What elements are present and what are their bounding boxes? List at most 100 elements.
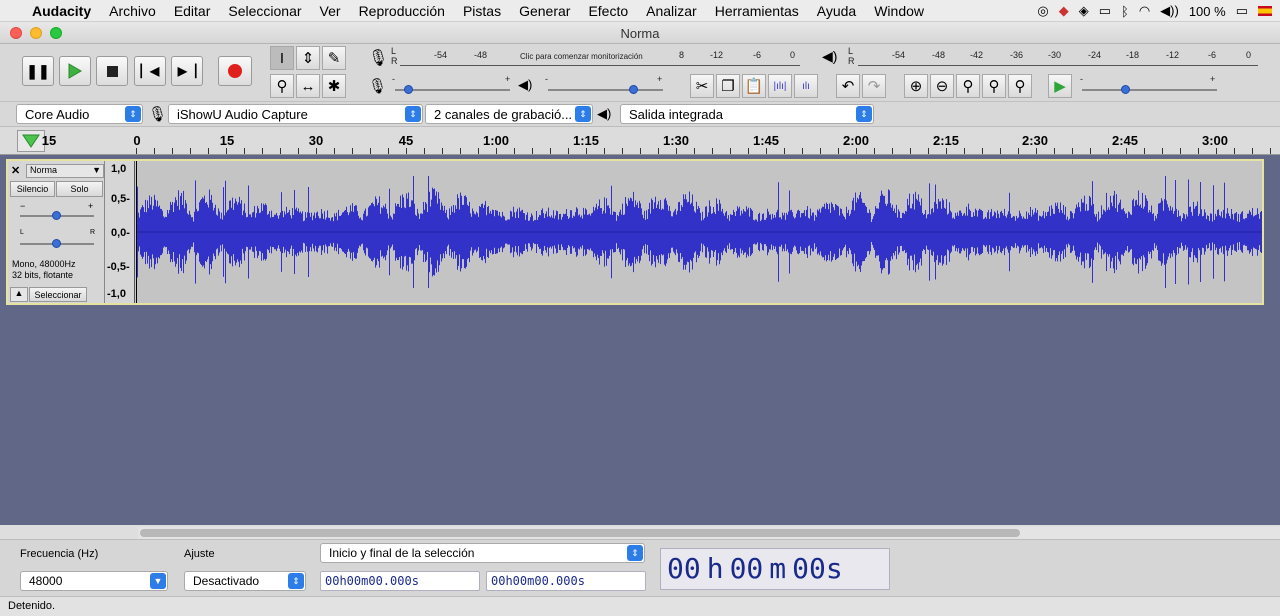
fit-selection-icon[interactable]: ⚲ [956, 74, 980, 98]
ruler-label: 2:00 [842, 133, 870, 148]
trim-audio-icon[interactable]: |ılı| [768, 74, 792, 98]
playback-device-select[interactable]: Salida integrada ⇕ [620, 104, 874, 124]
recording-device-select[interactable]: iShowU Audio Capture ⇕ [168, 104, 423, 124]
shield-icon[interactable]: ◆ [1059, 3, 1069, 19]
solo-button[interactable]: Solo [56, 181, 103, 197]
track-area[interactable]: ✕ Norma ▼ Silencio Solo − + L R Mono, 48… [0, 155, 1280, 525]
timeline-ruler[interactable]: 15 0 15 30 45 1:00 1:15 1:30 1:45 2:00 2… [0, 127, 1280, 155]
multi-tool-icon[interactable]: ✱ [322, 74, 346, 98]
fit-project-icon[interactable]: ⚲ [982, 74, 1006, 98]
draw-tool-icon[interactable]: ✎ [322, 46, 346, 70]
bluetooth-icon[interactable]: ᛒ [1121, 4, 1129, 19]
selection-end-time[interactable]: 00h00m00.000s [486, 571, 646, 591]
play-button[interactable] [59, 56, 91, 86]
vpn-shield-icon[interactable]: ◈ [1079, 3, 1089, 19]
playback-meter-speaker-icon[interactable]: ◀) [822, 48, 837, 65]
timeshift-tool-icon[interactable]: ↔ [296, 74, 320, 98]
redo-icon[interactable]: ↷ [862, 74, 886, 98]
playback-volume-slider[interactable] [548, 89, 663, 91]
wifi-icon[interactable]: ◠ [1139, 3, 1150, 19]
menu-ver[interactable]: Ver [311, 3, 350, 19]
menu-pistas[interactable]: Pistas [454, 3, 510, 19]
battery-percent: 100 % [1188, 3, 1226, 19]
record-meter-mic-icon[interactable]: 🎙 [368, 48, 388, 68]
silence-audio-icon[interactable]: ılı [794, 74, 818, 98]
copy-icon[interactable]: ❐ [716, 74, 740, 98]
snap-value: Desactivado [193, 574, 260, 588]
zoom-tool-icon[interactable]: ⚲ [270, 74, 294, 98]
recording-device-mic-icon: 🎙 [148, 106, 168, 123]
spanish-flag-icon[interactable] [1258, 6, 1272, 16]
status-text: Detenido. [8, 600, 56, 612]
track-name-menu[interactable]: Norma ▼ [26, 164, 104, 178]
menu-efecto[interactable]: Efecto [579, 3, 637, 19]
audio-track[interactable]: ✕ Norma ▼ Silencio Solo − + L R Mono, 48… [6, 159, 1264, 305]
playback-volume-knob[interactable] [629, 85, 638, 94]
mute-button[interactable]: Silencio [10, 181, 55, 197]
record-meter-prompt[interactable]: Clic para comenzar monitorización [520, 52, 643, 61]
selection-mode-select[interactable]: Inicio y final de la selección ⇕ [320, 543, 645, 563]
app-menu[interactable]: Audacity [23, 3, 100, 19]
recording-channels-select[interactable]: 2 canales de grabació... ⇕ [425, 104, 593, 124]
selection-tool-icon[interactable]: I [270, 46, 294, 70]
audio-position-display[interactable]: 00 h 00 m 00s [660, 548, 890, 590]
play-speed-slider[interactable] [1082, 89, 1217, 91]
skip-to-end-button[interactable]: ▶▕ [171, 56, 203, 86]
record-volume-knob[interactable] [404, 85, 413, 94]
play-head-icon [22, 134, 40, 148]
menu-editar[interactable]: Editar [165, 3, 220, 19]
menu-ayuda[interactable]: Ayuda [808, 3, 865, 19]
ruler-label: 30 [308, 133, 324, 148]
undo-icon[interactable]: ↶ [836, 74, 860, 98]
record-meter[interactable]: -54 -48 Clic para comenzar monitorizació… [400, 48, 800, 66]
playback-device-speaker-icon: ◀) [597, 106, 612, 121]
selection-end-value: 00h00m00.000s [491, 574, 585, 588]
chevron-updown-icon: ⇕ [856, 106, 872, 122]
airplay-icon[interactable]: ▭ [1099, 3, 1111, 19]
gain-knob[interactable] [52, 211, 61, 220]
horizontal-scrollbar[interactable] [138, 527, 1280, 539]
play-speed-knob[interactable] [1121, 85, 1130, 94]
menu-reproduccion[interactable]: Reproducción [350, 3, 454, 19]
volume-icon[interactable]: ◀)) [1160, 3, 1179, 19]
zoom-toggle-icon[interactable]: ⚲ [1008, 74, 1032, 98]
stop-button[interactable] [96, 56, 128, 86]
waveform-display[interactable] [136, 161, 1262, 303]
cut-icon[interactable]: ✂ [690, 74, 714, 98]
menu-window[interactable]: Window [865, 3, 933, 19]
snap-select[interactable]: Desactivado ⇕ [184, 571, 306, 591]
record-button[interactable] [218, 56, 252, 86]
close-track-icon[interactable]: ✕ [11, 164, 25, 178]
menu-seleccionar[interactable]: Seleccionar [219, 3, 310, 19]
battery-icon[interactable]: ▭ [1236, 3, 1248, 19]
audio-host-select[interactable]: Core Audio ⇕ [16, 104, 143, 124]
record-tick: 0 [790, 50, 796, 60]
scrollbar-thumb[interactable] [140, 529, 1020, 537]
zoom-in-icon[interactable]: ⊕ [904, 74, 928, 98]
position-seconds: 00 [792, 552, 826, 585]
playback-meter[interactable]: -54 -48 -42 -36 -30 -24 -18 -12 -6 0 [858, 48, 1258, 66]
menu-analizar[interactable]: Analizar [637, 3, 706, 19]
zoom-out-icon[interactable]: ⊖ [930, 74, 954, 98]
envelope-tool-icon[interactable]: ⇕ [296, 46, 320, 70]
paste-icon[interactable]: 📋 [742, 74, 766, 98]
skip-to-start-button[interactable]: ▏◀ [134, 56, 166, 86]
position-hours-unit: h [706, 552, 724, 585]
play-meter-l: L [848, 46, 854, 56]
menu-archivo[interactable]: Archivo [100, 3, 165, 19]
selection-start-time[interactable]: 00h00m00.000s [320, 571, 480, 591]
menu-generar[interactable]: Generar [510, 3, 579, 19]
ruler-label: 0 [133, 133, 141, 148]
project-rate-select[interactable]: 48000 ▼ [20, 571, 168, 591]
menu-herramientas[interactable]: Herramientas [706, 3, 808, 19]
collapse-track-icon[interactable]: ▲ [10, 287, 28, 302]
pause-button[interactable]: ❚❚ [22, 56, 54, 86]
chevron-down-icon: ▼ [150, 573, 166, 589]
vertical-scale[interactable]: 1,0 0,5- 0,0- -0,5- -1,0 [105, 161, 135, 303]
record-volume-mic-icon: 🎙 [368, 78, 388, 95]
pan-knob[interactable] [52, 239, 61, 248]
creative-cloud-icon[interactable]: ◎ [1037, 3, 1048, 19]
rate-label: Frecuencia (Hz) [20, 548, 99, 560]
select-track-button[interactable]: Seleccionar [29, 287, 87, 302]
play-at-speed-icon[interactable]: ▶ [1048, 74, 1072, 98]
